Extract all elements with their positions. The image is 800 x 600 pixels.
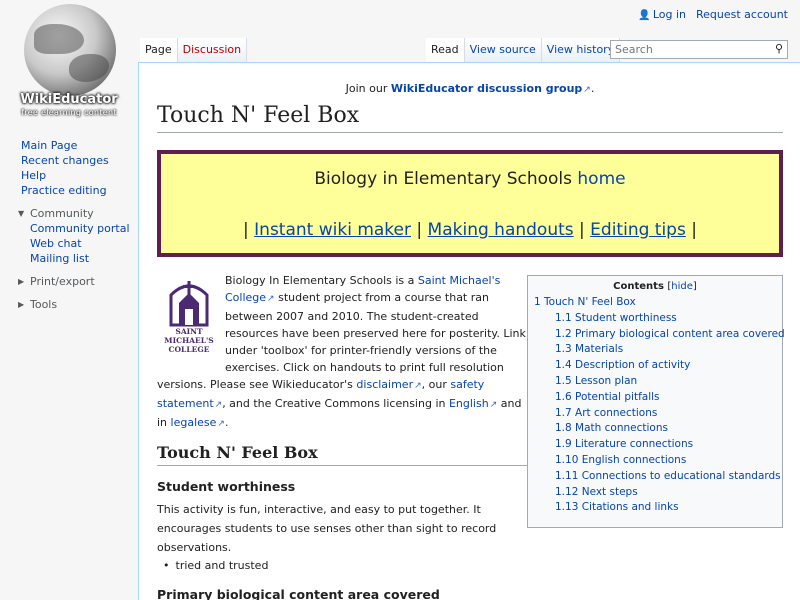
intro-paragraph: Biology In Elementary Schools is a Saint… bbox=[157, 274, 526, 429]
search-input[interactable]: Search ⚲ bbox=[610, 40, 788, 59]
disclaimer-link[interactable]: disclaimer bbox=[356, 378, 413, 391]
login-link[interactable]: Log in bbox=[653, 8, 686, 21]
logo-wordmark: WikiEducator bbox=[20, 92, 118, 107]
toc-hide-toggle[interactable]: hide bbox=[671, 281, 693, 292]
chevron-right-icon: ▶ bbox=[18, 300, 25, 309]
worthiness-paragraph: This activity is fun, interactive, and e… bbox=[157, 503, 497, 554]
content-area: Join our WikiEducator discussion group↗.… bbox=[138, 62, 800, 600]
toc-item[interactable]: 1.3 Materials bbox=[534, 342, 776, 358]
toc-item[interactable]: 1 Touch N' Feel Box bbox=[534, 295, 776, 311]
course-banner: Biology in Elementary Schools home | Ins… bbox=[157, 150, 783, 257]
banner-title: Biology in Elementary Schools home bbox=[314, 169, 626, 189]
tools-heading[interactable]: ▶ Tools bbox=[0, 297, 138, 312]
tab-view-source[interactable]: View source bbox=[464, 38, 542, 62]
chevron-right-icon: ▶ bbox=[18, 277, 25, 286]
section-heading: Touch N' Feel Box bbox=[157, 443, 527, 466]
toc-item[interactable]: 1.7 Art connections bbox=[534, 406, 776, 422]
external-link-icon: ↗ bbox=[267, 294, 275, 304]
sidebar-item-practice-editing[interactable]: Practice editing bbox=[0, 183, 138, 198]
external-link-icon: ↗ bbox=[414, 381, 422, 391]
toc-title: Contents [hide] bbox=[613, 281, 697, 292]
discussion-group-link[interactable]: WikiEducator discussion group bbox=[391, 82, 582, 95]
table-of-contents: Contents [hide] 1 Touch N' Feel Box 1.1 … bbox=[527, 275, 785, 528]
banner-home-link[interactable]: home bbox=[577, 169, 625, 189]
sidebar-item-recent-changes[interactable]: Recent changes bbox=[0, 153, 138, 168]
toc-item[interactable]: 1.1 Student worthiness bbox=[534, 311, 776, 327]
toc-item[interactable]: 1.12 Next steps bbox=[534, 485, 776, 501]
toc-item[interactable]: 1.10 English connections bbox=[534, 453, 776, 469]
making-handouts-link[interactable]: Making handouts bbox=[428, 220, 574, 240]
namespace-tabs: Page Discussion bbox=[140, 38, 248, 62]
chevron-down-icon: ▼ bbox=[18, 209, 25, 218]
external-link-icon: ↗ bbox=[217, 419, 225, 429]
tools-portal: ▶ Tools bbox=[0, 297, 138, 312]
site-notice: Join our WikiEducator discussion group↗. bbox=[345, 82, 595, 95]
sidebar-item-mailing-list[interactable]: Mailing list bbox=[0, 251, 138, 266]
sidebar-item-main-page[interactable]: Main Page bbox=[0, 138, 138, 153]
search-placeholder: Search bbox=[615, 43, 653, 56]
personal-tools: 👤 Log in Request account bbox=[638, 8, 788, 21]
toc-item[interactable]: 1.13 Citations and links bbox=[534, 500, 776, 516]
toc-item[interactable]: 1.6 Potential pitfalls bbox=[534, 390, 776, 406]
wikieducator-logo[interactable]: WikiEducator free elearning content bbox=[12, 4, 126, 122]
view-tabs: Read View source View history bbox=[426, 38, 621, 62]
banner-links: | Instant wiki maker | Making handouts |… bbox=[243, 220, 697, 240]
sidebar-item-community-portal[interactable]: Community portal bbox=[0, 221, 138, 236]
legalese-link[interactable]: legalese bbox=[171, 416, 217, 429]
list-item: tried and trusted bbox=[163, 559, 269, 572]
search-icon[interactable]: ⚲ bbox=[775, 42, 783, 55]
tab-read[interactable]: Read bbox=[426, 38, 465, 62]
print-export-heading[interactable]: ▶ Print/export bbox=[0, 274, 138, 289]
toc-item[interactable]: 1.4 Description of activity bbox=[534, 358, 776, 374]
toc-item[interactable]: 1.11 Connections to educational standard… bbox=[534, 469, 781, 485]
sidebar-item-help[interactable]: Help bbox=[0, 168, 138, 183]
user-icon: 👤 bbox=[638, 10, 651, 21]
toc-item[interactable]: 1.8 Math connections bbox=[534, 421, 776, 437]
english-license-link[interactable]: English bbox=[449, 397, 489, 410]
toc-item[interactable]: 1.9 Literature connections bbox=[534, 437, 776, 453]
tab-discussion[interactable]: Discussion bbox=[177, 38, 248, 62]
request-account-link[interactable]: Request account bbox=[696, 8, 788, 21]
page-title: Touch N' Feel Box bbox=[157, 103, 783, 133]
tab-view-history[interactable]: View history bbox=[541, 38, 621, 62]
external-link-icon: ↗ bbox=[583, 85, 591, 95]
toc-item[interactable]: 1.2 Primary biological content area cove… bbox=[534, 327, 785, 343]
sidebar-item-web-chat[interactable]: Web chat bbox=[0, 236, 138, 251]
sidebar: Main Page Recent changes Help Practice e… bbox=[0, 138, 138, 312]
tab-page[interactable]: Page bbox=[140, 38, 178, 62]
editing-tips-link[interactable]: Editing tips bbox=[590, 220, 686, 240]
globe-hands-icon bbox=[24, 4, 116, 96]
community-portal: ▼ Community Community portal Web chat Ma… bbox=[0, 206, 138, 266]
community-heading[interactable]: ▼ Community bbox=[0, 206, 138, 221]
toc-item[interactable]: 1.5 Lesson plan bbox=[534, 374, 776, 390]
logo-tagline: free elearning content bbox=[21, 108, 117, 117]
instant-wiki-maker-link[interactable]: Instant wiki maker bbox=[254, 220, 411, 240]
subsection-heading-worthiness: Student worthiness bbox=[157, 479, 296, 494]
subsection-heading-content-area: Primary biological content area covered bbox=[157, 587, 440, 600]
print-export-portal: ▶ Print/export bbox=[0, 274, 138, 289]
